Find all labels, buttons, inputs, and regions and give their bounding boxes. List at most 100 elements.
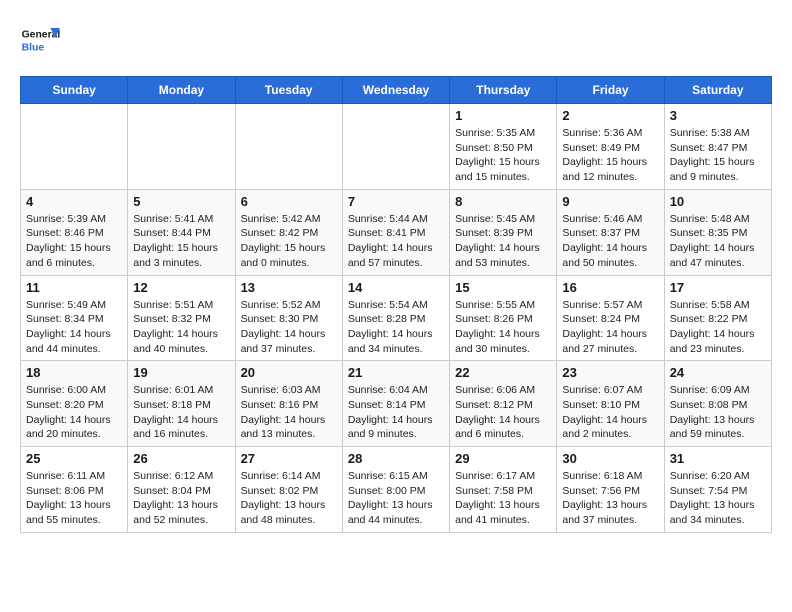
calendar-cell: 9 Sunrise: 5:46 AMSunset: 8:37 PMDaylight… <box>557 189 664 275</box>
calendar-cell: 12 Sunrise: 5:51 AMSunset: 8:32 PMDayligh… <box>128 275 235 361</box>
day-info: Sunrise: 6:15 AMSunset: 8:00 PMDaylight:… <box>348 469 444 528</box>
day-info: Sunrise: 5:46 AMSunset: 8:37 PMDaylight:… <box>562 212 658 271</box>
calendar-cell: 28 Sunrise: 6:15 AMSunset: 8:00 PMDayligh… <box>342 447 449 533</box>
day-info: Sunrise: 5:39 AMSunset: 8:46 PMDaylight:… <box>26 212 122 271</box>
calendar-cell: 16 Sunrise: 5:57 AMSunset: 8:24 PMDayligh… <box>557 275 664 361</box>
day-info: Sunrise: 5:48 AMSunset: 8:35 PMDaylight:… <box>670 212 766 271</box>
day-info: Sunrise: 5:36 AMSunset: 8:49 PMDaylight:… <box>562 126 658 185</box>
day-number: 27 <box>241 451 337 466</box>
day-number: 8 <box>455 194 551 209</box>
day-number: 3 <box>670 108 766 123</box>
day-info: Sunrise: 5:38 AMSunset: 8:47 PMDaylight:… <box>670 126 766 185</box>
calendar-cell: 2 Sunrise: 5:36 AMSunset: 8:49 PMDaylight… <box>557 104 664 190</box>
day-number: 5 <box>133 194 229 209</box>
day-info: Sunrise: 6:20 AMSunset: 7:54 PMDaylight:… <box>670 469 766 528</box>
calendar-cell: 6Sunrise: 5:42 AMSunset: 8:42 PMDaylight… <box>235 189 342 275</box>
calendar-cell: 13Sunrise: 5:52 AMSunset: 8:30 PMDayligh… <box>235 275 342 361</box>
day-info: Sunrise: 6:06 AMSunset: 8:12 PMDaylight:… <box>455 383 551 442</box>
day-number: 12 <box>133 280 229 295</box>
day-info: Sunrise: 6:09 AMSunset: 8:08 PMDaylight:… <box>670 383 766 442</box>
day-of-week-header: Monday <box>128 77 235 104</box>
day-info: Sunrise: 6:01 AMSunset: 8:18 PMDaylight:… <box>133 383 229 442</box>
calendar-cell: 3 Sunrise: 5:38 AMSunset: 8:47 PMDaylight… <box>664 104 771 190</box>
logo: General Blue <box>20 20 60 60</box>
day-info: Sunrise: 5:58 AMSunset: 8:22 PMDaylight:… <box>670 298 766 357</box>
day-number: 20 <box>241 365 337 380</box>
calendar-table: SundayMondayTuesdayWednesdayThursdayFrid… <box>20 76 772 533</box>
day-info: Sunrise: 5:45 AMSunset: 8:39 PMDaylight:… <box>455 212 551 271</box>
day-info: Sunrise: 6:03 AMSunset: 8:16 PMDaylight:… <box>241 383 337 442</box>
svg-text:Blue: Blue <box>22 42 45 53</box>
day-info: Sunrise: 5:51 AMSunset: 8:32 PMDaylight:… <box>133 298 229 357</box>
day-number: 22 <box>455 365 551 380</box>
calendar-cell: 24 Sunrise: 6:09 AMSunset: 8:08 PMDayligh… <box>664 361 771 447</box>
calendar-cell <box>235 104 342 190</box>
logo-icon: General Blue <box>20 20 60 60</box>
day-number: 19 <box>133 365 229 380</box>
calendar-cell: 31 Sunrise: 6:20 AMSunset: 7:54 PMDayligh… <box>664 447 771 533</box>
day-info: Sunrise: 5:41 AMSunset: 8:44 PMDaylight:… <box>133 212 229 271</box>
calendar-cell <box>342 104 449 190</box>
calendar-cell: 17 Sunrise: 5:58 AMSunset: 8:22 PMDayligh… <box>664 275 771 361</box>
calendar-header-row: SundayMondayTuesdayWednesdayThursdayFrid… <box>21 77 772 104</box>
calendar-cell: 29 Sunrise: 6:17 AMSunset: 7:58 PMDayligh… <box>450 447 557 533</box>
day-of-week-header: Wednesday <box>342 77 449 104</box>
day-number: 16 <box>562 280 658 295</box>
day-number: 4 <box>26 194 122 209</box>
day-info: Sunrise: 6:12 AMSunset: 8:04 PMDaylight:… <box>133 469 229 528</box>
day-number: 1 <box>455 108 551 123</box>
day-number: 30 <box>562 451 658 466</box>
day-info: Sunrise: 6:17 AMSunset: 7:58 PMDaylight:… <box>455 469 551 528</box>
day-number: 17 <box>670 280 766 295</box>
calendar-cell: 23 Sunrise: 6:07 AMSunset: 8:10 PMDayligh… <box>557 361 664 447</box>
calendar-cell: 1 Sunrise: 5:35 AMSunset: 8:50 PMDaylight… <box>450 104 557 190</box>
day-number: 11 <box>26 280 122 295</box>
day-info: Sunrise: 6:18 AMSunset: 7:56 PMDaylight:… <box>562 469 658 528</box>
day-number: 9 <box>562 194 658 209</box>
day-of-week-header: Sunday <box>21 77 128 104</box>
day-number: 15 <box>455 280 551 295</box>
calendar-cell: 22 Sunrise: 6:06 AMSunset: 8:12 PMDayligh… <box>450 361 557 447</box>
day-number: 18 <box>26 365 122 380</box>
calendar-cell: 19 Sunrise: 6:01 AMSunset: 8:18 PMDayligh… <box>128 361 235 447</box>
calendar-cell: 8 Sunrise: 5:45 AMSunset: 8:39 PMDaylight… <box>450 189 557 275</box>
calendar-cell: 27 Sunrise: 6:14 AMSunset: 8:02 PMDayligh… <box>235 447 342 533</box>
day-of-week-header: Thursday <box>450 77 557 104</box>
calendar-cell: 7Sunrise: 5:44 AMSunset: 8:41 PMDaylight… <box>342 189 449 275</box>
calendar-cell <box>128 104 235 190</box>
day-number: 10 <box>670 194 766 209</box>
calendar-cell: 14 Sunrise: 5:54 AMSunset: 8:28 PMDayligh… <box>342 275 449 361</box>
day-number: 24 <box>670 365 766 380</box>
calendar-cell <box>21 104 128 190</box>
day-number: 6 <box>241 194 337 209</box>
day-of-week-header: Saturday <box>664 77 771 104</box>
day-number: 21 <box>348 365 444 380</box>
day-info: Sunrise: 5:55 AMSunset: 8:26 PMDaylight:… <box>455 298 551 357</box>
day-info: Sunrise: 5:44 AMSunset: 8:41 PMDaylight:… <box>348 212 444 271</box>
page-header: General Blue <box>20 20 772 60</box>
day-number: 14 <box>348 280 444 295</box>
day-number: 31 <box>670 451 766 466</box>
calendar-cell: 21 Sunrise: 6:04 AMSunset: 8:14 PMDayligh… <box>342 361 449 447</box>
calendar-cell: 15 Sunrise: 5:55 AMSunset: 8:26 PMDayligh… <box>450 275 557 361</box>
day-info: Sunrise: 5:57 AMSunset: 8:24 PMDaylight:… <box>562 298 658 357</box>
day-info: Sunrise: 6:07 AMSunset: 8:10 PMDaylight:… <box>562 383 658 442</box>
day-number: 26 <box>133 451 229 466</box>
day-number: 28 <box>348 451 444 466</box>
calendar-cell: 26 Sunrise: 6:12 AMSunset: 8:04 PMDayligh… <box>128 447 235 533</box>
day-of-week-header: Friday <box>557 77 664 104</box>
day-info: Sunrise: 5:54 AMSunset: 8:28 PMDaylight:… <box>348 298 444 357</box>
day-number: 25 <box>26 451 122 466</box>
day-info: Sunrise: 6:00 AMSunset: 8:20 PMDaylight:… <box>26 383 122 442</box>
day-info: Sunrise: 5:35 AMSunset: 8:50 PMDaylight:… <box>455 126 551 185</box>
day-info: Sunrise: 6:04 AMSunset: 8:14 PMDaylight:… <box>348 383 444 442</box>
day-info: Sunrise: 6:14 AMSunset: 8:02 PMDaylight:… <box>241 469 337 528</box>
day-number: 23 <box>562 365 658 380</box>
day-of-week-header: Tuesday <box>235 77 342 104</box>
day-number: 2 <box>562 108 658 123</box>
calendar-cell: 11Sunrise: 5:49 AMSunset: 8:34 PMDayligh… <box>21 275 128 361</box>
day-info: Sunrise: 6:11 AMSunset: 8:06 PMDaylight:… <box>26 469 122 528</box>
calendar-cell: 10 Sunrise: 5:48 AMSunset: 8:35 PMDayligh… <box>664 189 771 275</box>
calendar-cell: 5 Sunrise: 5:41 AMSunset: 8:44 PMDaylight… <box>128 189 235 275</box>
day-number: 29 <box>455 451 551 466</box>
